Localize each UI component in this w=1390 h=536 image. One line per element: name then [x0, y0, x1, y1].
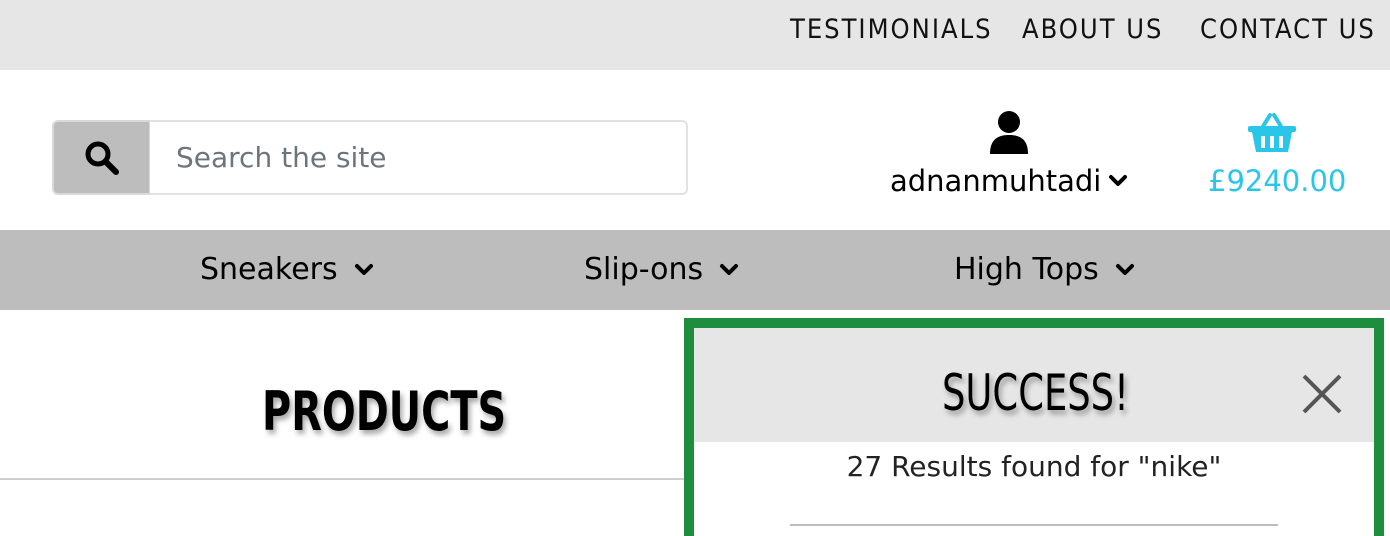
- about-us-link[interactable]: ABOUT US: [1022, 14, 1163, 45]
- toast-close-button[interactable]: [1300, 372, 1344, 416]
- chevron-down-icon: [720, 263, 739, 275]
- shopping-basket[interactable]: £9240.00: [1200, 108, 1350, 208]
- category-nav: Sneakers Slip-ons High Tops: [0, 230, 1390, 310]
- nav-item-label: Sneakers: [200, 252, 338, 287]
- search-icon: [85, 141, 119, 175]
- toast-title: SUCCESS!: [942, 364, 1129, 422]
- chevron-down-icon: [1109, 175, 1127, 186]
- top-utility-bar: TESTIMONIALS ABOUT US CONTACT US: [0, 0, 1390, 70]
- nav-item-label: High Tops: [954, 252, 1099, 287]
- title-divider: [0, 478, 700, 480]
- search-input[interactable]: [150, 120, 688, 195]
- page-title: PRODUCTS: [262, 380, 507, 443]
- nav-item-sneakers[interactable]: Sneakers: [200, 252, 374, 287]
- toast-message: 27 Results found for "nike": [846, 450, 1222, 483]
- chevron-down-icon: [1115, 263, 1134, 275]
- basket-icon: [1248, 113, 1296, 152]
- user-icon: [990, 111, 1028, 154]
- nav-item-slip-ons[interactable]: Slip-ons: [584, 252, 739, 287]
- close-icon: [1302, 374, 1342, 414]
- success-toast: SUCCESS! 27 Results found for "nike": [684, 318, 1384, 536]
- site-header: adnanmuhtadi £9240.00: [0, 70, 1390, 230]
- chevron-down-icon: [354, 263, 373, 275]
- contact-us-link[interactable]: CONTACT US: [1200, 14, 1376, 45]
- account-username: adnanmuhtadi: [890, 164, 1102, 198]
- account-menu[interactable]: adnanmuhtadi: [880, 108, 1140, 208]
- testimonials-link[interactable]: TESTIMONIALS: [790, 14, 993, 45]
- toast-divider: [790, 524, 1278, 526]
- nav-item-high-tops[interactable]: High Tops: [954, 252, 1135, 287]
- toast-header: SUCCESS!: [694, 328, 1374, 442]
- basket-total: £9240.00: [1208, 164, 1347, 198]
- nav-item-label: Slip-ons: [584, 252, 704, 287]
- search-button[interactable]: [52, 120, 151, 195]
